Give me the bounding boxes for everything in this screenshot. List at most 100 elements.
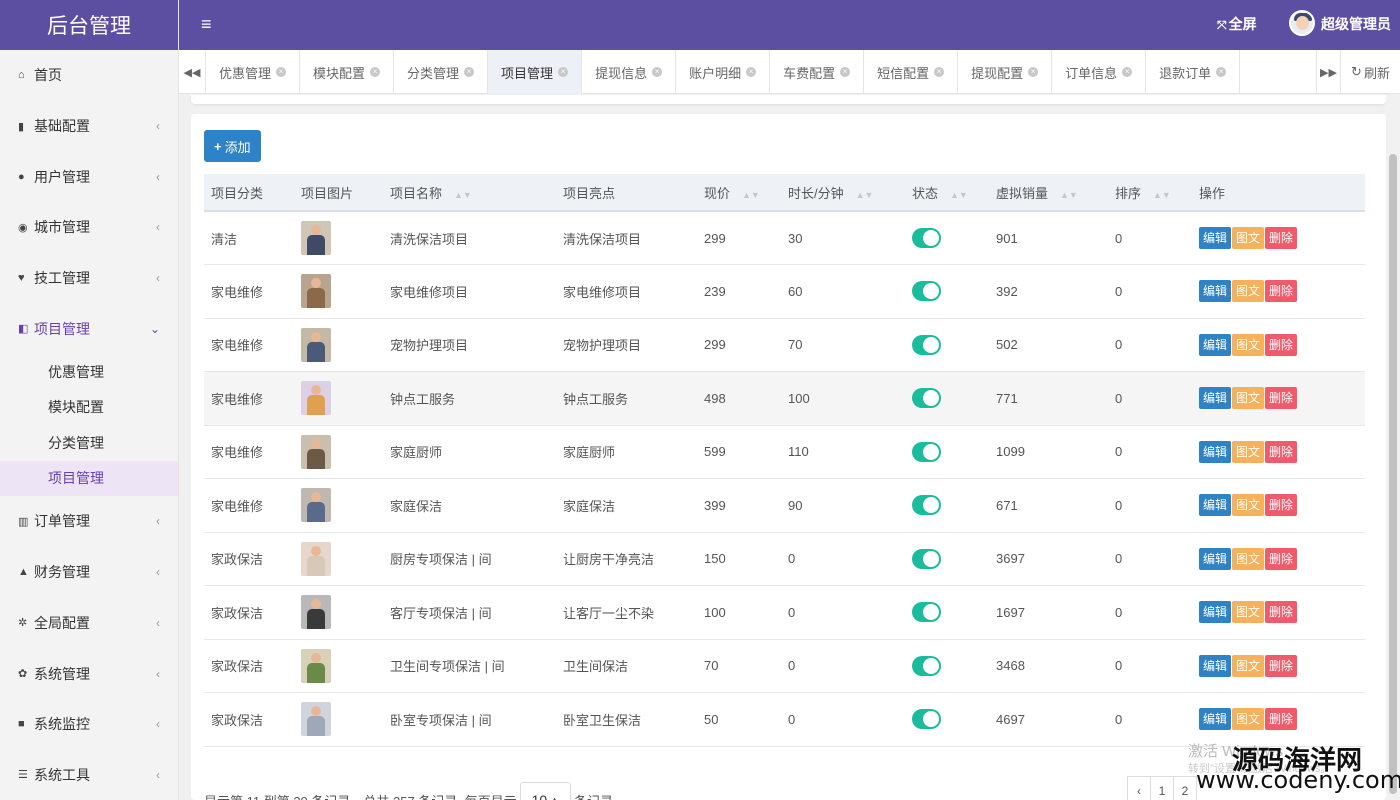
- project-thumbnail[interactable]: [301, 274, 331, 309]
- delete-button[interactable]: 删除: [1265, 280, 1298, 303]
- edit-button[interactable]: 编辑: [1199, 547, 1232, 570]
- sidebar-subitem-categories[interactable]: 分类管理: [0, 425, 178, 461]
- status-toggle[interactable]: [912, 602, 941, 623]
- tabs-scroll-right-icon[interactable]: ▶▶: [1316, 50, 1340, 94]
- delete-button[interactable]: 删除: [1265, 601, 1298, 624]
- delete-button[interactable]: 删除: [1265, 494, 1298, 517]
- edit-button[interactable]: 编辑: [1199, 280, 1232, 303]
- sidebar-subitem-discounts[interactable]: 优惠管理: [0, 354, 178, 390]
- tab-refunds[interactable]: 退款订单 ×: [1146, 50, 1241, 94]
- page-button[interactable]: 2: [1173, 776, 1197, 800]
- sidebar-item-orders[interactable]: ▥ 订单管理 ‹: [0, 496, 178, 547]
- delete-button[interactable]: 删除: [1265, 547, 1298, 570]
- tab-withdrawals[interactable]: 提现信息 ×: [582, 50, 677, 94]
- sort-icon[interactable]: ▲▼: [950, 190, 968, 200]
- edit-button[interactable]: 编辑: [1199, 601, 1232, 624]
- sidebar-item-basic-config[interactable]: ▮ 基础配置 ‹: [0, 101, 178, 152]
- tab-order-info[interactable]: 订单信息 ×: [1052, 50, 1147, 94]
- project-thumbnail[interactable]: [301, 648, 331, 683]
- delete-button[interactable]: 删除: [1265, 227, 1298, 249]
- status-toggle[interactable]: [912, 655, 941, 676]
- edit-button[interactable]: 编辑: [1199, 440, 1232, 463]
- sidebar-item-cities[interactable]: ◉ 城市管理 ‹: [0, 202, 178, 253]
- close-icon[interactable]: ×: [276, 67, 287, 77]
- page-scrollbar[interactable]: [1386, 94, 1400, 800]
- tab-fare-config[interactable]: 车费配置 ×: [770, 50, 865, 94]
- sidebar-item-global-config[interactable]: ✲ 全局配置 ‹: [0, 598, 178, 649]
- image-text-button[interactable]: 图文: [1232, 440, 1265, 463]
- image-text-button[interactable]: 图文: [1232, 547, 1265, 570]
- tab-sms-config[interactable]: 短信配置 ×: [864, 50, 959, 94]
- close-icon[interactable]: ×: [746, 67, 757, 77]
- edit-button[interactable]: 编辑: [1199, 494, 1232, 517]
- tab-modules[interactable]: 模块配置 ×: [300, 50, 395, 94]
- sidebar-subitem-projects[interactable]: 项目管理: [0, 460, 178, 497]
- image-text-button[interactable]: 图文: [1232, 654, 1265, 677]
- page-prev-button[interactable]: ‹: [1127, 776, 1151, 800]
- tabs-scroll-left-icon[interactable]: ◀◀: [179, 50, 206, 94]
- sidebar-item-projects[interactable]: ◧ 项目管理 ⌄: [0, 303, 178, 354]
- delete-button[interactable]: 删除: [1265, 440, 1298, 463]
- col-price[interactable]: 现价 ▲▼: [697, 174, 781, 212]
- tab-account-details[interactable]: 账户明细 ×: [676, 50, 771, 94]
- project-thumbnail[interactable]: [301, 434, 331, 469]
- col-status[interactable]: 状态 ▲▼: [905, 174, 989, 212]
- close-icon[interactable]: ×: [840, 67, 851, 77]
- close-icon[interactable]: ×: [558, 67, 569, 77]
- avatar[interactable]: [1289, 10, 1315, 36]
- delete-button[interactable]: 删除: [1265, 387, 1298, 410]
- col-sort[interactable]: 排序 ▲▼: [1108, 174, 1192, 212]
- project-thumbnail[interactable]: [301, 327, 331, 362]
- close-icon[interactable]: ×: [652, 67, 663, 77]
- image-text-button[interactable]: 图文: [1232, 494, 1265, 517]
- edit-button[interactable]: 编辑: [1199, 387, 1232, 410]
- close-icon[interactable]: ×: [934, 67, 945, 77]
- edit-button[interactable]: 编辑: [1199, 227, 1232, 249]
- sidebar-item-tools[interactable]: ☰ 系统工具 ‹: [0, 750, 178, 800]
- page-button[interactable]: 1: [1150, 776, 1174, 800]
- sidebar-item-system[interactable]: ✿ 系统管理 ‹: [0, 648, 178, 699]
- add-button[interactable]: + 添加: [204, 130, 261, 162]
- status-toggle[interactable]: [912, 281, 941, 302]
- col-sales[interactable]: 虚拟销量 ▲▼: [989, 174, 1108, 212]
- image-text-button[interactable]: 图文: [1232, 280, 1265, 303]
- status-toggle[interactable]: [912, 388, 941, 409]
- image-text-button[interactable]: 图文: [1232, 333, 1265, 356]
- close-icon[interactable]: ×: [370, 67, 381, 77]
- status-toggle[interactable]: [912, 495, 941, 516]
- tab-withdraw-config[interactable]: 提现配置 ×: [958, 50, 1053, 94]
- status-toggle[interactable]: [912, 334, 941, 355]
- sidebar-item-technicians[interactable]: ♥ 技工管理 ‹: [0, 253, 178, 304]
- sidebar-subitem-modules[interactable]: 模块配置: [0, 390, 178, 426]
- project-thumbnail[interactable]: [301, 595, 331, 630]
- sort-icon[interactable]: ▲▼: [742, 190, 760, 200]
- status-toggle[interactable]: [912, 548, 941, 569]
- close-icon[interactable]: ×: [464, 67, 475, 77]
- hamburger-icon[interactable]: ≡: [201, 14, 212, 35]
- sort-icon[interactable]: ▲▼: [454, 190, 472, 200]
- edit-button[interactable]: 编辑: [1199, 333, 1232, 356]
- status-toggle[interactable]: [912, 441, 941, 462]
- fullscreen-button[interactable]: ⤧ 全屏: [1217, 14, 1257, 34]
- close-icon[interactable]: ×: [1216, 67, 1227, 77]
- sidebar-item-finance[interactable]: ▲ 财务管理 ‹: [0, 547, 178, 598]
- project-thumbnail[interactable]: [301, 221, 331, 255]
- project-thumbnail[interactable]: [301, 488, 331, 523]
- tab-projects[interactable]: 项目管理 ×: [488, 50, 583, 94]
- image-text-button[interactable]: 图文: [1232, 601, 1265, 624]
- image-text-button[interactable]: 图文: [1232, 708, 1265, 731]
- scrollbar-thumb[interactable]: [1389, 154, 1397, 794]
- delete-button[interactable]: 删除: [1265, 333, 1298, 356]
- project-thumbnail[interactable]: [301, 541, 331, 576]
- project-thumbnail[interactable]: [301, 702, 331, 737]
- status-toggle[interactable]: [912, 709, 941, 730]
- col-duration[interactable]: 时长/分钟 ▲▼: [781, 174, 905, 212]
- sidebar-item-monitor[interactable]: ■ 系统监控 ‹: [0, 699, 178, 750]
- sort-icon[interactable]: ▲▼: [1060, 190, 1078, 200]
- edit-button[interactable]: 编辑: [1199, 654, 1232, 677]
- status-toggle[interactable]: [912, 228, 941, 248]
- image-text-button[interactable]: 图文: [1232, 387, 1265, 410]
- sort-icon[interactable]: ▲▼: [1153, 190, 1171, 200]
- sidebar-item-users[interactable]: ● 用户管理 ‹: [0, 151, 178, 202]
- delete-button[interactable]: 删除: [1265, 708, 1298, 731]
